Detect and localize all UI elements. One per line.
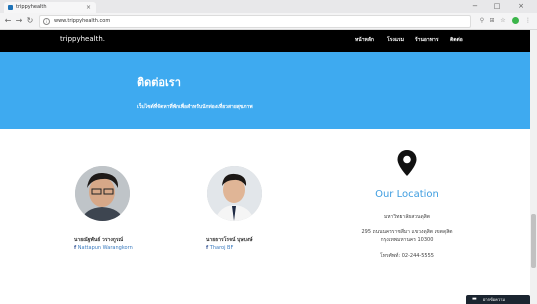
forward-icon[interactable]: → xyxy=(14,15,24,27)
avatar xyxy=(75,166,130,221)
facebook-name: Tharoj BF xyxy=(209,245,234,251)
site-navbar: trippyhealth. หน้าหลัก โรงแรม ร้านอาหาร … xyxy=(0,30,530,52)
browser-tabbar: trippyhealth × − □ × xyxy=(0,0,537,13)
reload-icon[interactable]: ↻ xyxy=(25,15,35,27)
page-subtitle: เว็บไซต์ที่จัดหาที่พักเพื่อสำหรับนักท่อง… xyxy=(137,104,253,110)
browser-menu-icon[interactable]: ⋮ xyxy=(524,16,532,26)
nav-item-hotels[interactable]: โรงแรม xyxy=(387,30,404,50)
address-bar[interactable]: i www.trippyhealth.com xyxy=(39,15,471,28)
location-phone: โทรศัพท์: 02-244-5555 xyxy=(380,253,434,259)
nav-item-contact[interactable]: ติดต่อ xyxy=(450,30,463,50)
zoom-icon[interactable]: ⚲ xyxy=(478,16,486,26)
tab-title: trippyhealth xyxy=(16,4,47,10)
page-scrollbar[interactable] xyxy=(530,30,537,304)
tab-close-icon[interactable]: × xyxy=(86,2,91,13)
back-icon[interactable]: ← xyxy=(3,15,13,27)
site-favicon-icon xyxy=(8,5,13,10)
browser-toolbar: ← → ↻ i www.trippyhealth.com ⚲ ⊞ ☆ ⋮ xyxy=(0,13,537,30)
team-member-facebook-link[interactable]: f Tharoj BF xyxy=(206,245,233,251)
page-title: ติดต่อเรา xyxy=(137,76,181,89)
minimize-button[interactable]: − xyxy=(468,0,482,13)
map-pin-icon xyxy=(397,150,417,176)
contact-hero: ติดต่อเรา เว็บไซต์ที่จัดหาที่พักเพื่อสำห… xyxy=(0,52,530,129)
url-text: www.trippyhealth.com xyxy=(54,18,111,24)
facebook-icon: f xyxy=(74,245,77,251)
location-address-line1: 295 ถนนนครราชสีมา แขวงดุสิต เขตดุสิต xyxy=(361,229,453,235)
site-info-icon[interactable]: i xyxy=(43,18,50,25)
maximize-button[interactable]: □ xyxy=(490,0,504,13)
extension-icon[interactable] xyxy=(512,17,519,24)
team-member-facebook-link[interactable]: f Nattapun Warangkorn xyxy=(74,245,133,251)
close-window-button[interactable]: × xyxy=(514,0,528,13)
nav-item-restaurants[interactable]: ร้านอาหาร xyxy=(415,30,439,50)
location-university: มหาวิทยาลัยสวนดุสิต xyxy=(383,214,431,220)
browser-tab[interactable]: trippyhealth × xyxy=(4,2,96,13)
facebook-icon: f xyxy=(206,245,209,251)
team-member-name: นายธารโรจน์ บุษบงษ์ xyxy=(206,237,253,243)
bookmark-star-icon[interactable]: ☆ xyxy=(499,16,507,26)
facebook-name: Nattapun Warangkorn xyxy=(77,245,133,251)
nav-item-home[interactable]: หน้าหลัก xyxy=(355,30,374,50)
chat-label: ฝากข้อความ xyxy=(483,297,505,302)
team-member-name: นายณัฐพันธ์ วรางกูรณ์ xyxy=(74,237,124,243)
chat-button[interactable]: ▬ ฝากข้อความ xyxy=(466,295,530,304)
location-address-line2: กรุงเทพมหานคร 10300 xyxy=(380,237,434,243)
site-logo[interactable]: trippyhealth. xyxy=(60,30,105,48)
chat-icon: ▬ xyxy=(472,296,477,302)
location-title: Our Location xyxy=(375,189,439,200)
scrollbar-thumb[interactable] xyxy=(531,214,536,268)
translate-icon[interactable]: ⊞ xyxy=(488,16,496,26)
avatar xyxy=(207,166,262,221)
